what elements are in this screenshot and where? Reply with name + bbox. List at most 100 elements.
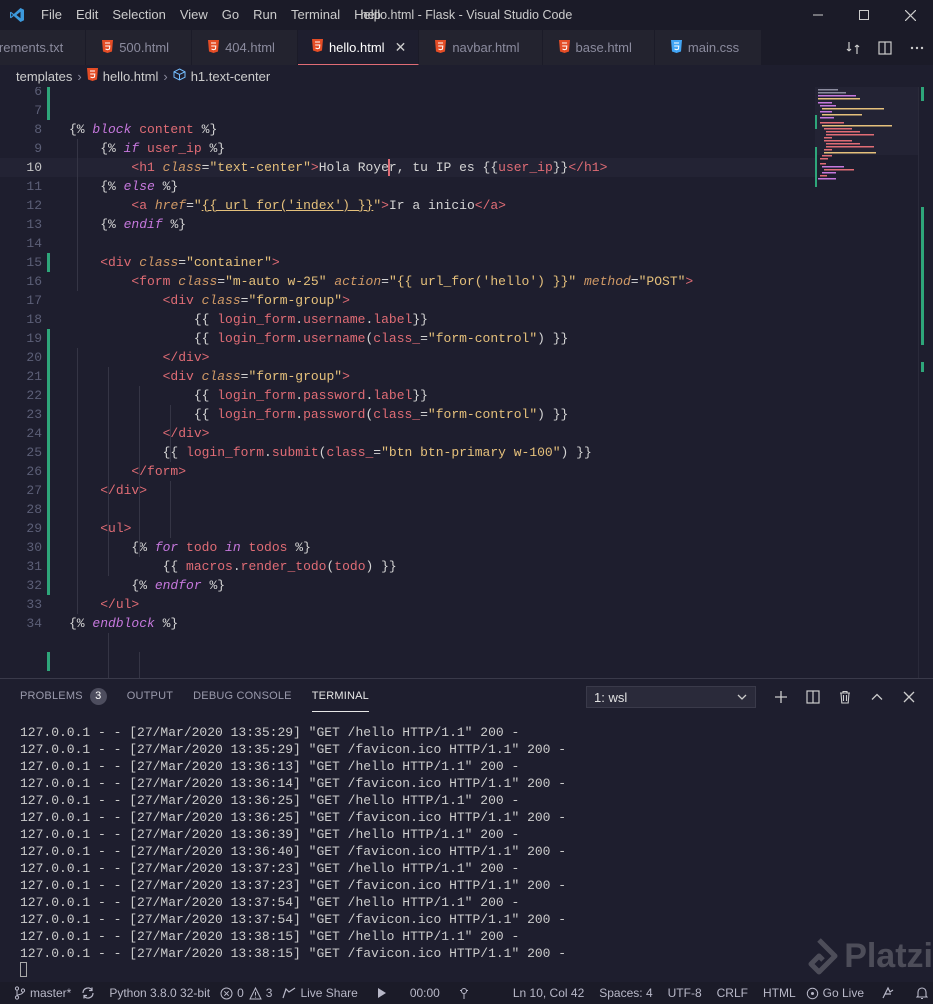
html-file-icon [86, 68, 98, 84]
line-code: <ul> [100, 521, 132, 536]
code-line: 31 {{ macros.render_todo(todo) }} [0, 557, 815, 576]
trash-icon[interactable] [829, 679, 861, 714]
line-ending[interactable]: CRLF [707, 982, 753, 1004]
chevron-up-icon[interactable] [861, 679, 893, 714]
git-change-indicator[interactable] [47, 87, 50, 120]
tab-base-html[interactable]: base.html [542, 30, 655, 65]
indent-guide [170, 481, 171, 538]
line-number: 25 [26, 445, 42, 460]
tab-main-css[interactable]: main.css [654, 30, 763, 65]
git-change-indicator[interactable] [47, 652, 50, 671]
menu-file[interactable]: File [34, 0, 69, 30]
code-line: 8 {% block content %} [0, 120, 815, 139]
breadcrumb-folder[interactable]: templates [16, 69, 72, 84]
line-code: {{ login_form.password(class_="form-cont… [69, 407, 569, 422]
line-number: 14 [26, 236, 42, 251]
code-line: 23 {{ login_form.password(class_="form-c… [0, 405, 815, 424]
more-actions-icon[interactable] [901, 30, 933, 65]
line-number: 32 [26, 578, 42, 593]
line-code: {% endblock %} [69, 616, 179, 631]
status-bar: master* Python 3.8.0 32-bit 0 3 Live Sha… [0, 982, 933, 1004]
minimap[interactable] [815, 87, 918, 678]
indentation[interactable]: Spaces: 4 [589, 982, 657, 1004]
tab-500-html[interactable]: 500.html [86, 30, 193, 65]
menu-run[interactable]: Run [246, 0, 284, 30]
menu-go[interactable]: Go [215, 0, 246, 30]
menu-terminal[interactable]: Terminal [284, 0, 347, 30]
maximize-button[interactable] [841, 0, 887, 30]
indent-guide [139, 652, 140, 678]
terminal-output[interactable]: 127.0.0.1 - - [27/Mar/2020 13:35:29] "GE… [20, 724, 920, 962]
editor-scrollbar[interactable] [918, 87, 933, 678]
indent-guide [77, 139, 78, 291]
problems-status[interactable]: 0 3 [215, 982, 277, 1004]
menu-selection[interactable]: Selection [105, 0, 172, 30]
timer[interactable]: 00:00 [396, 982, 445, 1004]
terminal-selector[interactable]: 1: wsl [586, 686, 756, 708]
code-line: 6 [0, 87, 815, 101]
pin-icon[interactable] [445, 982, 478, 1004]
terminal-line: 127.0.0.1 - - [27/Mar/2020 13:37:54] "GE… [20, 895, 520, 910]
code-line: 25 {{ login_form.submit(class_="btn btn-… [0, 443, 815, 462]
watermark-text: Platzi [844, 937, 933, 975]
menu-edit[interactable]: Edit [69, 0, 105, 30]
indent-guide [170, 405, 171, 462]
tab-output[interactable]: OUTPUT [127, 679, 173, 714]
menu-help[interactable]: Help [347, 0, 388, 30]
language-mode[interactable]: HTML [753, 982, 801, 1004]
play-icon[interactable] [363, 982, 396, 1004]
close-window-button[interactable] [887, 0, 933, 30]
python-interpreter[interactable]: Python 3.8.0 32-bit [104, 982, 215, 1004]
git-change-indicator[interactable] [47, 253, 50, 272]
indent-guide [108, 633, 109, 678]
close-panel-icon[interactable] [893, 679, 925, 714]
notifications-bell-icon[interactable] [904, 982, 933, 1004]
go-live-button[interactable]: Go Live [801, 982, 869, 1004]
indent-guide [139, 386, 140, 557]
sync-status[interactable] [76, 982, 104, 1004]
line-number: 19 [26, 331, 42, 346]
code-editor[interactable]: 6 7 8 {% block content %} 9 {% if user_ip %}… [0, 87, 933, 678]
tab-irements-txt[interactable]: irements.txt [0, 30, 87, 65]
git-change-indicator[interactable] [47, 329, 50, 348]
branch-status[interactable]: master* [0, 982, 76, 1004]
terminal-line: 127.0.0.1 - - [27/Mar/2020 13:38:15] "GE… [20, 946, 567, 961]
line-number: 28 [26, 502, 42, 517]
tab-label: irements.txt [0, 40, 64, 55]
encoding[interactable]: UTF-8 [658, 982, 707, 1004]
line-code: </form> [131, 464, 187, 479]
line-number: 27 [26, 483, 42, 498]
line-code: <form class="m-auto w-25" action="{{ url… [131, 274, 694, 289]
open-changes-icon[interactable] [837, 30, 869, 65]
new-terminal-icon[interactable] [765, 679, 797, 714]
tab-navbar-html[interactable]: navbar.html [419, 30, 543, 65]
window-controls [795, 0, 933, 30]
cursor-position[interactable]: Ln 10, Col 42 [508, 982, 589, 1004]
html-icon [435, 39, 447, 56]
live-share-status[interactable]: Live Share [277, 982, 362, 1004]
tab-terminal[interactable]: TERMINAL [311, 682, 369, 712]
tab-problems[interactable]: PROBLEMS 3 [20, 679, 107, 714]
split-terminal-icon[interactable] [797, 679, 829, 714]
close-tab-icon[interactable]: ✕ [395, 39, 407, 56]
git-change-indicator[interactable] [47, 348, 50, 595]
tab-debug-console[interactable]: DEBUG CONSOLE [193, 679, 292, 714]
code-line: 20 </div> [0, 348, 815, 367]
line-code: {{ login_form.submit(class_="btn btn-pri… [69, 445, 592, 460]
line-number: 31 [26, 559, 42, 574]
menu-view[interactable]: View [173, 0, 215, 30]
tab-404-html[interactable]: 404.html [192, 30, 298, 65]
breadcrumb-symbol[interactable]: h1.text-center [191, 69, 271, 84]
minimize-button[interactable] [795, 0, 841, 30]
platzi-logo-icon [808, 937, 838, 974]
line-code: {% block content %} [69, 122, 218, 137]
error-icon [220, 987, 233, 999]
line-number: 7 [34, 103, 42, 118]
split-editor-icon[interactable] [869, 30, 901, 65]
feedback-icon[interactable] [869, 982, 904, 1004]
tab-hello-html[interactable]: hello.html ✕ [297, 30, 420, 65]
breadcrumb-file[interactable]: hello.html [103, 69, 159, 84]
code-line: 7 [0, 101, 815, 120]
line-code: <h1 class="text-center">Hola Royer, tu I… [131, 159, 608, 177]
code-line: 27 </div> [0, 481, 815, 500]
